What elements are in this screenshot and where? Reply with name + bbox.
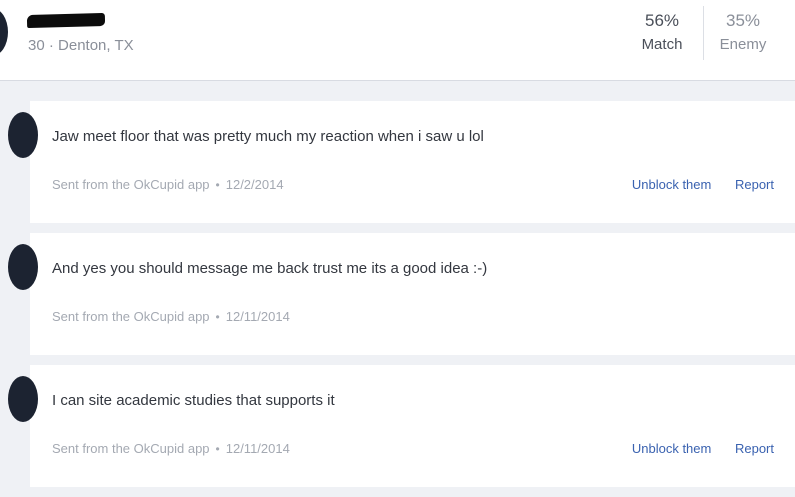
message-card: Jaw meet floor that was pretty much my r… (8, 101, 795, 223)
message-source: Sent from the OkCupid app (52, 441, 210, 456)
enemy-percent: 35% (725, 11, 761, 30)
meta-separator: • (215, 178, 220, 192)
unblock-button[interactable]: Unblock them (632, 441, 711, 456)
message-card: And yes you should message me back trust… (8, 233, 795, 355)
match-label: Match (641, 36, 683, 53)
message-meta: Sent from the OkCupid app • 12/2/2014 (52, 177, 284, 192)
speech-tail (38, 150, 60, 164)
message-date: 12/11/2014 (225, 441, 290, 456)
profile-subline: 30 · Denton, TX (28, 37, 134, 54)
match-stat: 56% Match (617, 11, 707, 54)
meta-separator: • (215, 310, 220, 324)
enemy-stat: 35% Enemy (698, 11, 788, 54)
report-button[interactable]: Report (735, 177, 774, 192)
message-actions: Unblock them Report (612, 177, 774, 192)
avatar[interactable] (8, 376, 38, 422)
message-source: Sent from the OkCupid app (52, 309, 210, 324)
message-date: 12/11/2014 (225, 309, 290, 324)
message-meta: Sent from the OkCupid app • 12/11/2014 (52, 441, 290, 456)
speech-tail (38, 414, 60, 428)
message-card: I can site academic studies that support… (8, 365, 795, 487)
avatar[interactable] (8, 112, 38, 158)
speech-tail (38, 282, 60, 296)
message-actions: Unblock them Report (612, 441, 774, 456)
message-meta: Sent from the OkCupid app • 12/11/2014 (52, 309, 290, 324)
avatar[interactable] (0, 8, 8, 56)
report-button[interactable]: Report (735, 441, 774, 456)
avatar[interactable] (8, 244, 38, 290)
message-date: 12/2/2014 (225, 177, 284, 192)
redacted-username (26, 12, 106, 29)
enemy-label: Enemy (719, 36, 767, 53)
message-text: I can site academic studies that support… (52, 392, 335, 409)
match-percent: 56% (644, 11, 680, 30)
meta-separator: • (215, 442, 220, 456)
unblock-button[interactable]: Unblock them (632, 177, 711, 192)
profile-header: 30 · Denton, TX 56% Match 35% Enemy (0, 0, 795, 81)
message-thread: Jaw meet floor that was pretty much my r… (0, 81, 795, 497)
message-text: Jaw meet floor that was pretty much my r… (52, 128, 484, 145)
message-source: Sent from the OkCupid app (52, 177, 210, 192)
message-text: And yes you should message me back trust… (52, 260, 488, 277)
